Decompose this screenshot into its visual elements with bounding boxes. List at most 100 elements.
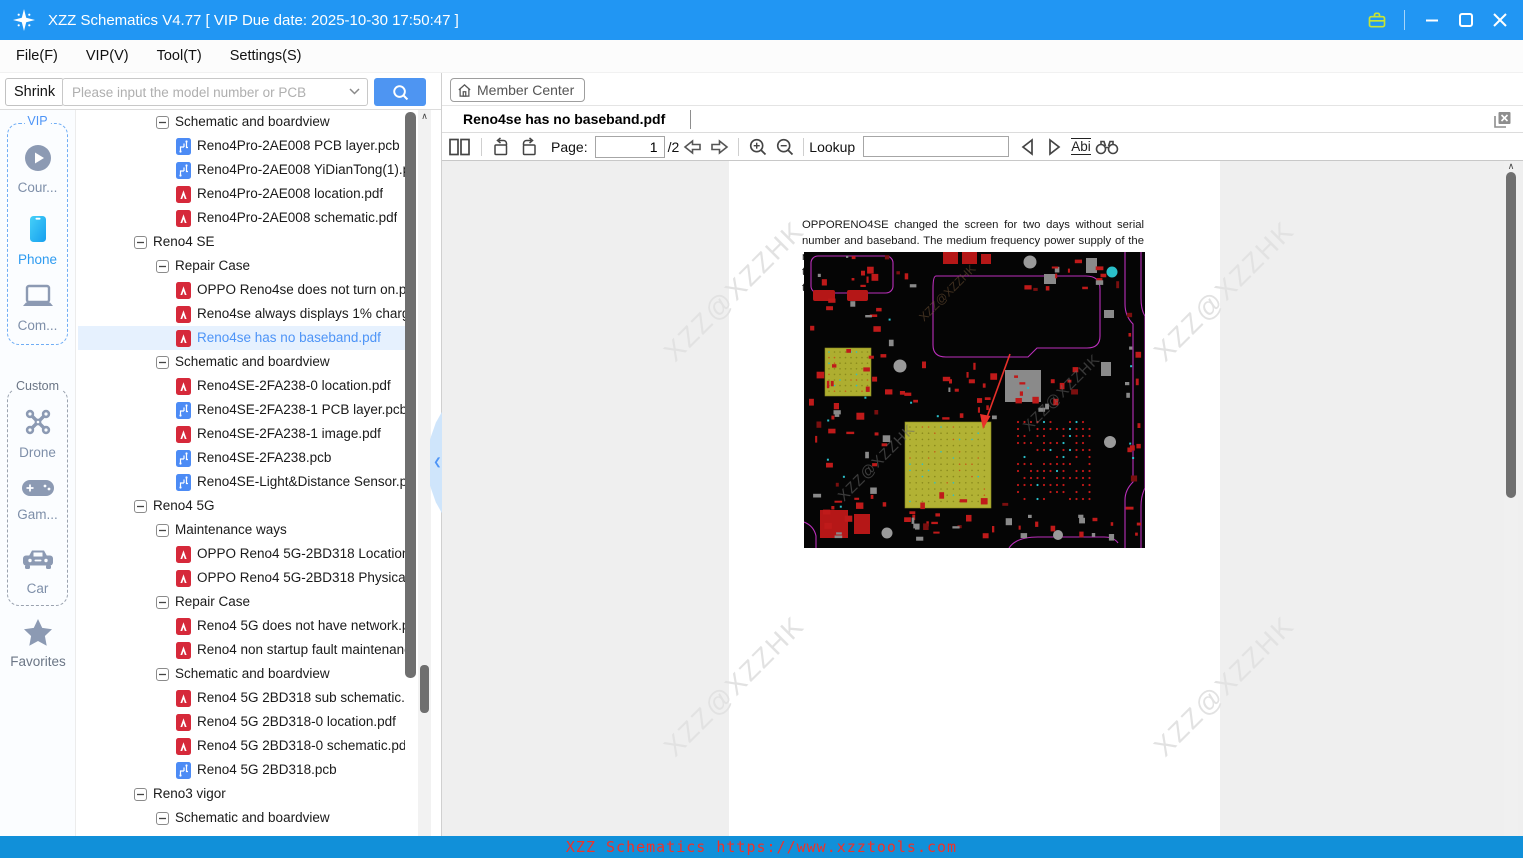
pdf-file-icon	[176, 617, 191, 635]
tree-file-item[interactable]: Reno4SE-2FA238-1 PCB layer.pcb	[78, 398, 405, 422]
tree-file-item[interactable]: OPPO Reno4se does not turn on.pdf	[78, 278, 405, 302]
zoom-in-icon[interactable]	[744, 135, 771, 159]
tree-folder-item[interactable]: Reno4 SE	[78, 230, 405, 254]
tree-file-item[interactable]: Reno4Pro-2AE008 location.pdf	[78, 182, 405, 206]
phone-icon	[29, 216, 46, 242]
tree-file-item[interactable]: Reno4 5G 2BD318-0 schematic.pdf	[78, 734, 405, 758]
tree-folder-item[interactable]: Maintenance ways	[78, 518, 405, 542]
rotate-right-icon[interactable]	[515, 135, 543, 159]
tree-item-label: Schematic and boardview	[175, 810, 330, 825]
tree-file-item[interactable]: Reno4 5G does not have network.pdf	[78, 614, 405, 638]
car-icon	[22, 550, 53, 569]
tree-folder-item[interactable]: Repair Case	[78, 590, 405, 614]
member-row: Member Center	[441, 73, 1523, 106]
search-button[interactable]	[374, 78, 426, 106]
page-number-input[interactable]	[594, 135, 665, 158]
tree-scrollbar[interactable]	[405, 112, 416, 678]
facing-pages-icon[interactable]	[442, 135, 476, 159]
pdf-file-icon	[176, 185, 191, 203]
sidebar-item-courses[interactable]: Cour...	[8, 144, 67, 195]
tree-file-item[interactable]: Reno4 non startup fault maintenance.pdf	[78, 638, 405, 662]
home-icon	[458, 83, 471, 97]
tree-item-label: Schematic and boardview	[175, 354, 330, 369]
tree-item-label: Reno4SE-2FA238-1 PCB layer.pcb	[197, 402, 405, 417]
status-bar: XZZ Schematics https://www.xzztools.com	[0, 836, 1523, 858]
tree-file-item[interactable]: Reno4SE-Light&Distance Sensor.pcb	[78, 470, 405, 494]
custom-group-label: Custom	[12, 379, 63, 393]
tree-file-item[interactable]: Reno4 5G 2BD318.pcb	[78, 758, 405, 782]
toolbox-icon[interactable]	[1360, 0, 1394, 40]
close-button[interactable]	[1483, 0, 1517, 40]
tree-item-label: Schematic and boardview	[175, 666, 330, 681]
lookup-input[interactable]	[863, 136, 1010, 157]
collapse-icon	[156, 259, 169, 273]
file-tree: Schematic and boardview Reno4Pro-2AE008 P…	[78, 110, 405, 836]
tree-folder-item[interactable]: Schematic and boardview	[78, 110, 405, 134]
sidebar-item-phone[interactable]: Phone	[8, 214, 67, 267]
pdf-view-area[interactable]: XZZ@XZZHK XZZ@XZZHK XZZ@XZZHK XZZ@XZZHK …	[442, 161, 1523, 836]
pcb-file-icon	[176, 161, 191, 179]
panel-scrollbar-thumb[interactable]	[420, 665, 429, 713]
rotate-left-icon[interactable]	[487, 135, 515, 159]
model-search-input[interactable]	[62, 78, 368, 106]
tree-file-item[interactable]: Reno4SE-2FA238-0 location.pdf	[78, 374, 405, 398]
close-document-icon[interactable]	[1493, 110, 1512, 134]
app-window: XZZ Schematics V4.77 [ VIP Due date: 202…	[0, 0, 1523, 858]
category-sidebar: VIP Cour... Phone Com... Custom Drone Ga…	[0, 110, 76, 836]
tree-item-label: Reno4 5G	[153, 498, 215, 513]
tree-folder-item[interactable]: Schematic and boardview	[78, 806, 405, 830]
tree-folder-item[interactable]: Reno4 5G	[78, 494, 405, 518]
tree-folder-item[interactable]: Schematic and boardview	[78, 350, 405, 374]
menu-file[interactable]: File(F)	[10, 45, 64, 67]
tree-file-item[interactable]: OPPO Reno4 5G-2BD318 Location.pdf	[78, 542, 405, 566]
sidebar-item-favorites[interactable]: Favorites	[0, 618, 76, 669]
sidebar-item-computer[interactable]: Com...	[8, 284, 67, 333]
collapse-icon	[134, 499, 147, 513]
find-previous-icon[interactable]	[1015, 135, 1041, 159]
sidebar-item-car[interactable]: Car	[8, 547, 67, 596]
viewer-scrollbar-thumb[interactable]	[1506, 172, 1516, 498]
find-next-icon[interactable]	[1041, 135, 1067, 159]
menu-tool[interactable]: Tool(T)	[151, 45, 208, 67]
document-tab[interactable]: Reno4se has no baseband.pdf	[463, 106, 665, 132]
previous-page-icon[interactable]	[679, 135, 706, 159]
menu-settings[interactable]: Settings(S)	[224, 45, 308, 67]
tree-item-label: Reno4 5G 2BD318.pcb	[197, 762, 337, 777]
collapse-icon	[156, 523, 169, 537]
tree-file-item[interactable]: Reno4se always displays 1% charging.pdf	[78, 302, 405, 326]
member-center-label: Member Center	[477, 82, 575, 98]
tree-folder-item[interactable]: Repair Case	[78, 254, 405, 278]
tree-file-item[interactable]: Reno4 5G 2BD318-0 location.pdf	[78, 710, 405, 734]
tree-file-item[interactable]: Reno4Pro-2AE008 PCB layer.pcb	[78, 134, 405, 158]
title-bar: XZZ Schematics V4.77 [ VIP Due date: 202…	[0, 0, 1523, 40]
next-page-icon[interactable]	[706, 135, 733, 159]
menu-vip[interactable]: VIP(V)	[80, 45, 135, 67]
tree-file-item[interactable]: Reno4Pro-2AE008 YiDianTong(1).pcb	[78, 158, 405, 182]
tree-file-item[interactable]: Reno4SE-2FA238-1 image.pdf	[78, 422, 405, 446]
pdf-file-icon	[176, 569, 191, 587]
titlebar-separator	[1404, 10, 1405, 30]
match-case-toggle[interactable]: Abi	[1071, 138, 1091, 155]
shrink-button[interactable]: Shrink	[5, 78, 65, 106]
minimize-button[interactable]	[1415, 0, 1449, 40]
document-tab-bar: Reno4se has no baseband.pdf	[442, 106, 1523, 133]
tree-folder-item[interactable]: Reno3 vigor	[78, 782, 405, 806]
tree-file-item[interactable]: Reno4Pro-2AE008 schematic.pdf	[78, 206, 405, 230]
pcb-board-image: XZZ@XZZHK XZZ@XZZHK XZZ@XZZHK	[803, 252, 1146, 549]
tree-file-item[interactable]: Reno4se has no baseband.pdf	[78, 326, 405, 350]
binoculars-icon[interactable]	[1091, 135, 1123, 159]
tree-item-label: OPPO Reno4se does not turn on.pdf	[197, 282, 405, 297]
sidebar-item-game[interactable]: Gam...	[8, 477, 67, 522]
tree-item-label: Reno4Pro-2AE008 YiDianTong(1).pcb	[197, 162, 405, 177]
zoom-out-icon[interactable]	[771, 135, 798, 159]
tree-file-item[interactable]: Reno4 5G 2BD318 sub schematic.pdf	[78, 686, 405, 710]
tree-folder-item[interactable]: Schematic and boardview	[78, 662, 405, 686]
sidebar-item-drone[interactable]: Drone	[8, 407, 67, 460]
maximize-button[interactable]	[1449, 0, 1483, 40]
tree-file-item[interactable]: OPPO Reno4 5G-2BD318 Physical.pdf	[78, 566, 405, 590]
collapse-icon	[156, 667, 169, 681]
tree-file-item[interactable]: Reno4SE-2FA238.pcb	[78, 446, 405, 470]
chevron-down-icon[interactable]	[349, 88, 360, 95]
panel-scrollbar-track[interactable]: ∧	[418, 110, 431, 836]
member-center-button[interactable]: Member Center	[450, 78, 586, 102]
